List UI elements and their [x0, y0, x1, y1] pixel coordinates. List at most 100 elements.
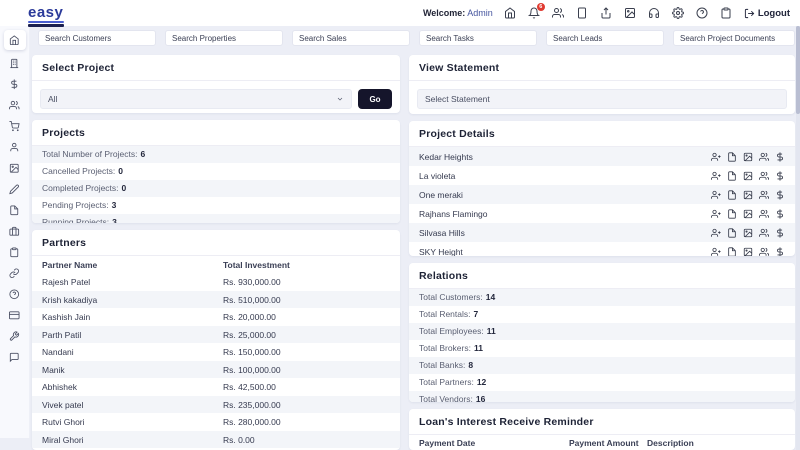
- main-content: Select Project All Go Projects Total Num…: [30, 50, 800, 450]
- search-customers-input[interactable]: [38, 30, 156, 46]
- documents-icon[interactable]: [727, 209, 737, 219]
- sidebar-item-gallery[interactable]: [4, 158, 26, 179]
- partner-name: Vivek patel: [42, 399, 84, 410]
- search-properties-input[interactable]: [165, 30, 283, 46]
- stat-label: Total Brokers:: [419, 343, 471, 354]
- sidebar-item-design[interactable]: [4, 179, 26, 200]
- sidebar-item-customers[interactable]: [4, 95, 26, 116]
- stat-value: 14: [485, 292, 496, 303]
- customer-add-icon[interactable]: [711, 247, 721, 256]
- relations-card: Relations Total Customers: 14 Total Renta…: [409, 262, 795, 402]
- gallery-icon[interactable]: [743, 152, 753, 162]
- sidebar-item-reports[interactable]: [4, 242, 26, 263]
- stat-row: Total Customers: 14: [409, 288, 795, 306]
- sidebar-item-employees[interactable]: [4, 137, 26, 158]
- members-icon[interactable]: [759, 152, 769, 162]
- project-select[interactable]: All: [40, 89, 352, 109]
- notes-icon[interactable]: [720, 7, 733, 20]
- clipboard-icon: [10, 247, 19, 258]
- scrollbar[interactable]: [796, 26, 800, 450]
- settings-gear-icon[interactable]: [672, 7, 685, 20]
- sidebar-item-properties[interactable]: [4, 53, 26, 74]
- wrench-icon: [10, 331, 20, 341]
- table-row: Manik Rs. 100,000.00: [32, 360, 400, 379]
- sidebar-item-links[interactable]: [4, 263, 26, 284]
- customer-add-icon[interactable]: [711, 171, 721, 181]
- sidebar-item-sales[interactable]: [4, 116, 26, 137]
- project-name: Kedar Heights: [419, 151, 473, 162]
- sidebar-item-support[interactable]: [4, 347, 26, 368]
- search-sales-input[interactable]: [292, 30, 410, 46]
- users-icon[interactable]: [552, 7, 565, 20]
- gallery-icon[interactable]: [743, 228, 753, 238]
- stat-value: 8: [468, 360, 474, 371]
- cart-icon: [9, 121, 20, 132]
- customer-add-icon[interactable]: [711, 190, 721, 200]
- notifications-bell-icon[interactable]: 6: [528, 2, 545, 20]
- stat-label: Cancelled Projects:: [42, 166, 116, 177]
- members-icon[interactable]: [759, 171, 769, 181]
- scrollbar-thumb[interactable]: [796, 26, 800, 114]
- statement-select[interactable]: Select Statement: [417, 89, 787, 109]
- stat-value: 0: [121, 183, 127, 194]
- support-headset-icon[interactable]: [648, 7, 661, 20]
- help-icon[interactable]: [696, 7, 709, 20]
- stat-value: 11: [473, 343, 483, 354]
- go-button[interactable]: Go: [358, 89, 392, 109]
- stat-value: 3: [112, 217, 117, 224]
- gallery-icon[interactable]: [743, 209, 753, 219]
- sidebar-item-cards[interactable]: [4, 305, 26, 326]
- customer-add-icon[interactable]: [711, 152, 721, 162]
- sidebar-item-documents[interactable]: [4, 200, 26, 221]
- payments-icon[interactable]: [775, 189, 785, 200]
- documents-icon[interactable]: [727, 152, 737, 162]
- members-icon[interactable]: [759, 247, 769, 256]
- stat-label: Running Projects:: [42, 217, 110, 224]
- members-icon[interactable]: [759, 228, 769, 238]
- table-row: Rutvi Ghori Rs. 280,000.00: [32, 413, 400, 431]
- gallery-icon[interactable]: [743, 247, 753, 256]
- documents-icon[interactable]: [727, 228, 737, 238]
- customer-add-icon[interactable]: [711, 209, 721, 219]
- stat-value: 0: [118, 166, 123, 177]
- card-icon: [9, 311, 20, 320]
- home-icon[interactable]: [504, 7, 517, 20]
- project-row: Kedar Heights: [409, 147, 795, 167]
- payments-icon[interactable]: [775, 151, 785, 162]
- sidebar-item-inquiries[interactable]: [4, 284, 26, 305]
- payments-icon[interactable]: [775, 227, 785, 238]
- search-leads-input[interactable]: [546, 30, 664, 46]
- documents-icon[interactable]: [727, 247, 737, 256]
- table-row: Miral Ghori Rs. 0.00: [32, 430, 400, 449]
- export-icon[interactable]: [600, 7, 613, 20]
- sidebar-item-payments[interactable]: [4, 74, 26, 95]
- mobile-icon[interactable]: [576, 7, 589, 20]
- stat-label: Total Rentals:: [419, 309, 471, 320]
- search-project-documents-input[interactable]: [673, 30, 795, 46]
- members-icon[interactable]: [759, 209, 769, 219]
- building-icon: [10, 59, 19, 69]
- partner-name: Kashish Jain: [42, 312, 91, 323]
- logout-button[interactable]: Logout: [744, 8, 790, 19]
- payments-icon[interactable]: [775, 246, 785, 256]
- partner-name: Miral Ghori: [42, 434, 84, 445]
- gallery-icon[interactable]: [743, 171, 753, 181]
- stat-label: Total Employees:: [419, 326, 484, 337]
- payments-icon[interactable]: [775, 170, 785, 181]
- documents-icon[interactable]: [727, 171, 737, 181]
- sidebar-item-dashboard[interactable]: [3, 30, 26, 50]
- projects-card: Projects Total Number of Projects: 6 Canc…: [32, 119, 400, 224]
- gallery-icon[interactable]: [743, 190, 753, 200]
- stat-row: Total Vendors: 16: [409, 390, 795, 402]
- sidebar-item-projects[interactable]: [4, 221, 26, 242]
- documents-icon[interactable]: [727, 190, 737, 200]
- project-row: Silvasa Hills: [409, 223, 795, 243]
- customer-add-icon[interactable]: [711, 228, 721, 238]
- members-icon[interactable]: [759, 190, 769, 200]
- pen-icon: [9, 184, 20, 195]
- sidebar-item-utilities[interactable]: [4, 326, 26, 347]
- gallery-icon[interactable]: [624, 7, 637, 20]
- logout-icon: [744, 8, 754, 18]
- payments-icon[interactable]: [775, 208, 785, 219]
- search-tasks-input[interactable]: [419, 30, 537, 46]
